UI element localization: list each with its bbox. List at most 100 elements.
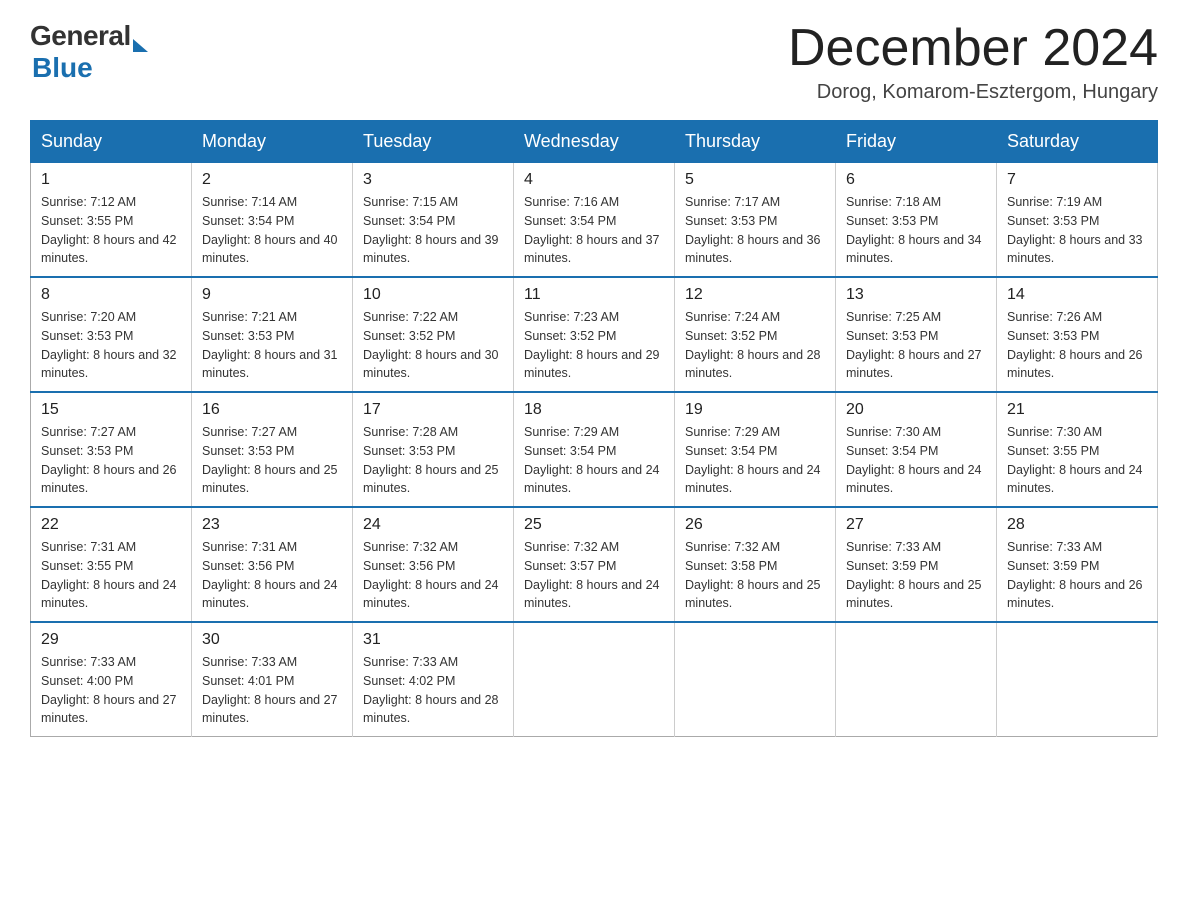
calendar-cell: 25 Sunrise: 7:32 AM Sunset: 3:57 PM Dayl… (514, 507, 675, 622)
calendar-cell (836, 622, 997, 737)
day-number: 18 (524, 401, 664, 419)
day-number: 10 (363, 286, 503, 304)
calendar-cell (514, 622, 675, 737)
calendar-cell: 14 Sunrise: 7:26 AM Sunset: 3:53 PM Dayl… (997, 277, 1158, 392)
day-number: 31 (363, 631, 503, 649)
day-number: 15 (41, 401, 181, 419)
day-number: 3 (363, 171, 503, 189)
day-info: Sunrise: 7:32 AM Sunset: 3:58 PM Dayligh… (685, 538, 825, 613)
calendar-cell: 4 Sunrise: 7:16 AM Sunset: 3:54 PM Dayli… (514, 163, 675, 278)
day-info: Sunrise: 7:30 AM Sunset: 3:54 PM Dayligh… (846, 423, 986, 498)
calendar-week-1: 1 Sunrise: 7:12 AM Sunset: 3:55 PM Dayli… (31, 163, 1158, 278)
calendar-cell: 20 Sunrise: 7:30 AM Sunset: 3:54 PM Dayl… (836, 392, 997, 507)
logo-general-text: General (30, 20, 131, 52)
calendar-header-friday: Friday (836, 121, 997, 163)
calendar-cell: 18 Sunrise: 7:29 AM Sunset: 3:54 PM Dayl… (514, 392, 675, 507)
logo-blue-text: Blue (32, 52, 93, 84)
day-number: 21 (1007, 401, 1147, 419)
logo: General Blue (30, 20, 148, 84)
day-info: Sunrise: 7:32 AM Sunset: 3:56 PM Dayligh… (363, 538, 503, 613)
calendar-cell: 24 Sunrise: 7:32 AM Sunset: 3:56 PM Dayl… (353, 507, 514, 622)
day-info: Sunrise: 7:20 AM Sunset: 3:53 PM Dayligh… (41, 308, 181, 383)
day-number: 13 (846, 286, 986, 304)
day-info: Sunrise: 7:12 AM Sunset: 3:55 PM Dayligh… (41, 193, 181, 268)
calendar-header-monday: Monday (192, 121, 353, 163)
day-number: 2 (202, 171, 342, 189)
calendar-cell: 10 Sunrise: 7:22 AM Sunset: 3:52 PM Dayl… (353, 277, 514, 392)
calendar-cell: 29 Sunrise: 7:33 AM Sunset: 4:00 PM Dayl… (31, 622, 192, 737)
day-info: Sunrise: 7:31 AM Sunset: 3:56 PM Dayligh… (202, 538, 342, 613)
day-number: 9 (202, 286, 342, 304)
day-info: Sunrise: 7:14 AM Sunset: 3:54 PM Dayligh… (202, 193, 342, 268)
calendar-cell: 8 Sunrise: 7:20 AM Sunset: 3:53 PM Dayli… (31, 277, 192, 392)
calendar-cell: 15 Sunrise: 7:27 AM Sunset: 3:53 PM Dayl… (31, 392, 192, 507)
calendar-cell: 27 Sunrise: 7:33 AM Sunset: 3:59 PM Dayl… (836, 507, 997, 622)
day-info: Sunrise: 7:27 AM Sunset: 3:53 PM Dayligh… (202, 423, 342, 498)
day-number: 16 (202, 401, 342, 419)
day-info: Sunrise: 7:16 AM Sunset: 3:54 PM Dayligh… (524, 193, 664, 268)
day-info: Sunrise: 7:17 AM Sunset: 3:53 PM Dayligh… (685, 193, 825, 268)
page-subtitle: Dorog, Komarom-Esztergom, Hungary (788, 81, 1158, 104)
calendar-cell (997, 622, 1158, 737)
day-info: Sunrise: 7:24 AM Sunset: 3:52 PM Dayligh… (685, 308, 825, 383)
header: General Blue December 2024 Dorog, Komaro… (30, 20, 1158, 104)
day-info: Sunrise: 7:15 AM Sunset: 3:54 PM Dayligh… (363, 193, 503, 268)
calendar-cell: 1 Sunrise: 7:12 AM Sunset: 3:55 PM Dayli… (31, 163, 192, 278)
calendar-header-sunday: Sunday (31, 121, 192, 163)
day-number: 22 (41, 516, 181, 534)
calendar-cell: 7 Sunrise: 7:19 AM Sunset: 3:53 PM Dayli… (997, 163, 1158, 278)
calendar-cell: 11 Sunrise: 7:23 AM Sunset: 3:52 PM Dayl… (514, 277, 675, 392)
page-title: December 2024 (788, 20, 1158, 77)
day-info: Sunrise: 7:19 AM Sunset: 3:53 PM Dayligh… (1007, 193, 1147, 268)
day-number: 1 (41, 171, 181, 189)
day-info: Sunrise: 7:32 AM Sunset: 3:57 PM Dayligh… (524, 538, 664, 613)
day-number: 26 (685, 516, 825, 534)
calendar-cell: 31 Sunrise: 7:33 AM Sunset: 4:02 PM Dayl… (353, 622, 514, 737)
calendar-table: SundayMondayTuesdayWednesdayThursdayFrid… (30, 120, 1158, 737)
calendar-cell: 26 Sunrise: 7:32 AM Sunset: 3:58 PM Dayl… (675, 507, 836, 622)
day-info: Sunrise: 7:22 AM Sunset: 3:52 PM Dayligh… (363, 308, 503, 383)
calendar-header-saturday: Saturday (997, 121, 1158, 163)
calendar-header-row: SundayMondayTuesdayWednesdayThursdayFrid… (31, 121, 1158, 163)
calendar-cell: 5 Sunrise: 7:17 AM Sunset: 3:53 PM Dayli… (675, 163, 836, 278)
day-info: Sunrise: 7:33 AM Sunset: 3:59 PM Dayligh… (1007, 538, 1147, 613)
calendar-cell: 6 Sunrise: 7:18 AM Sunset: 3:53 PM Dayli… (836, 163, 997, 278)
day-info: Sunrise: 7:30 AM Sunset: 3:55 PM Dayligh… (1007, 423, 1147, 498)
day-number: 6 (846, 171, 986, 189)
calendar-header-tuesday: Tuesday (353, 121, 514, 163)
day-info: Sunrise: 7:29 AM Sunset: 3:54 PM Dayligh… (685, 423, 825, 498)
day-number: 23 (202, 516, 342, 534)
title-area: December 2024 Dorog, Komarom-Esztergom, … (788, 20, 1158, 104)
day-number: 27 (846, 516, 986, 534)
day-number: 17 (363, 401, 503, 419)
day-number: 14 (1007, 286, 1147, 304)
day-number: 11 (524, 286, 664, 304)
day-info: Sunrise: 7:33 AM Sunset: 4:01 PM Dayligh… (202, 653, 342, 728)
day-info: Sunrise: 7:27 AM Sunset: 3:53 PM Dayligh… (41, 423, 181, 498)
day-number: 8 (41, 286, 181, 304)
day-number: 30 (202, 631, 342, 649)
day-info: Sunrise: 7:21 AM Sunset: 3:53 PM Dayligh… (202, 308, 342, 383)
day-info: Sunrise: 7:31 AM Sunset: 3:55 PM Dayligh… (41, 538, 181, 613)
day-info: Sunrise: 7:28 AM Sunset: 3:53 PM Dayligh… (363, 423, 503, 498)
calendar-cell: 22 Sunrise: 7:31 AM Sunset: 3:55 PM Dayl… (31, 507, 192, 622)
calendar-cell: 9 Sunrise: 7:21 AM Sunset: 3:53 PM Dayli… (192, 277, 353, 392)
calendar-cell: 2 Sunrise: 7:14 AM Sunset: 3:54 PM Dayli… (192, 163, 353, 278)
day-info: Sunrise: 7:26 AM Sunset: 3:53 PM Dayligh… (1007, 308, 1147, 383)
calendar-cell: 23 Sunrise: 7:31 AM Sunset: 3:56 PM Dayl… (192, 507, 353, 622)
calendar-week-4: 22 Sunrise: 7:31 AM Sunset: 3:55 PM Dayl… (31, 507, 1158, 622)
calendar-header-wednesday: Wednesday (514, 121, 675, 163)
day-info: Sunrise: 7:33 AM Sunset: 4:00 PM Dayligh… (41, 653, 181, 728)
day-number: 29 (41, 631, 181, 649)
day-info: Sunrise: 7:25 AM Sunset: 3:53 PM Dayligh… (846, 308, 986, 383)
day-number: 7 (1007, 171, 1147, 189)
logo-triangle-icon (133, 39, 148, 52)
calendar-week-5: 29 Sunrise: 7:33 AM Sunset: 4:00 PM Dayl… (31, 622, 1158, 737)
calendar-cell (675, 622, 836, 737)
day-number: 28 (1007, 516, 1147, 534)
day-number: 25 (524, 516, 664, 534)
calendar-header-thursday: Thursday (675, 121, 836, 163)
calendar-cell: 17 Sunrise: 7:28 AM Sunset: 3:53 PM Dayl… (353, 392, 514, 507)
day-number: 20 (846, 401, 986, 419)
day-number: 5 (685, 171, 825, 189)
